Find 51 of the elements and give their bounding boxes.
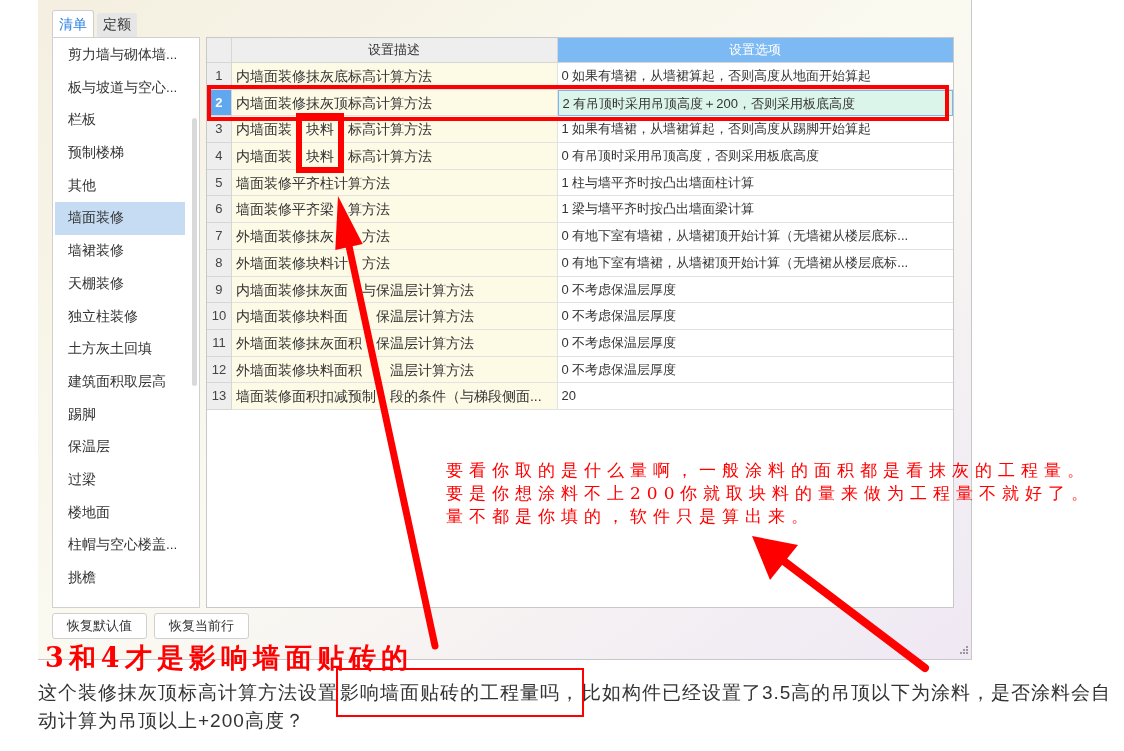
table-cell: 墙面装修平齐柱计算方法 xyxy=(231,169,558,197)
sidebar-item[interactable]: 剪力墙与砌体墙... xyxy=(55,39,185,72)
button[interactable]: 恢复默认值 xyxy=(52,613,147,639)
table-cell[interactable]: 2 有吊顶时采用吊顶高度＋200，否则采用板底高度 xyxy=(557,89,953,117)
sidebar-item[interactable]: 建筑面积取层高 xyxy=(55,365,185,399)
table-cell: 外墙面装修块料面积 温层计算方法 xyxy=(231,356,558,384)
annotation-text: 要是你想涂料不上200你就取块料的量来做为工程量不就好了。 xyxy=(446,482,1095,505)
tab[interactable]: 定额 xyxy=(97,13,137,37)
sidebar-item[interactable]: 柱帽与空心楼盖... xyxy=(55,529,185,562)
sidebar-item[interactable]: 其他 xyxy=(55,169,185,203)
sidebar-item[interactable]: 预制楼梯 xyxy=(55,137,185,170)
row-number: 4 xyxy=(207,143,232,170)
table-cell: 外墙面装修抹灰 方法 xyxy=(231,223,558,250)
row-number: 8 xyxy=(207,249,232,277)
row-number: 5 xyxy=(207,169,232,197)
row-number: 7 xyxy=(207,223,232,250)
tab[interactable]: 清单 xyxy=(52,10,94,37)
table-cell: 墙面装修面积扣减预制 段的条件（与梯段侧面... xyxy=(231,383,558,410)
sidebar-item[interactable]: 楼地面 xyxy=(55,496,185,530)
annotation-text: 量不都是你填的，软件只是算出来。 xyxy=(446,505,815,528)
table-cell: 外墙面装修抹灰面积 保温层计算方法 xyxy=(231,329,558,357)
scrollbar[interactable] xyxy=(192,118,197,386)
button[interactable]: 恢复当前行 xyxy=(154,613,249,639)
header-cell xyxy=(207,38,232,63)
table-cell: 内墙面装 块料 标高计算方法 xyxy=(231,143,558,170)
sidebar-item[interactable]: 保温层 xyxy=(55,431,185,464)
row-number: 12 xyxy=(207,356,232,384)
table-cell: 内墙面装修抹灰顶标高计算方法 xyxy=(231,89,558,117)
sidebar-item[interactable]: 板与坡道与空心... xyxy=(55,71,185,105)
annotation-text: 要看你取的是什么量啊，一般涂料的面积都是看抹灰的工程量。 xyxy=(446,459,1091,482)
table-cell: 内墙面装修块料面 保温层计算方法 xyxy=(231,303,558,330)
sidebar-item[interactable]: 墙裙装修 xyxy=(55,235,185,268)
column-header: 设置选项 xyxy=(557,38,953,63)
sidebar-item[interactable]: 天棚装修 xyxy=(55,267,185,301)
sidebar-item[interactable]: 栏板 xyxy=(55,104,185,138)
row-number: 6 xyxy=(207,196,232,224)
table-cell: 外墙面装修块料计 方法 xyxy=(231,249,558,277)
table-cell: 内墙面装修抹灰面 与保温层计算方法 xyxy=(231,276,558,304)
row-number: 9 xyxy=(207,276,232,304)
table-cell: 墙面装修平齐梁 算方法 xyxy=(231,196,558,224)
row-number: 11 xyxy=(207,329,232,357)
sidebar-item[interactable]: 挑檐 xyxy=(55,562,185,595)
resize-grip-icon[interactable] xyxy=(959,645,969,655)
sidebar-item[interactable]: 踢脚 xyxy=(55,398,185,432)
sidebar-item[interactable]: 墙面装修 xyxy=(55,202,185,236)
sidebar-item[interactable]: 过梁 xyxy=(55,463,185,497)
sidebar-item[interactable]: 土方灰土回填 xyxy=(55,333,185,366)
row-number: 13 xyxy=(207,383,232,410)
row-number: 10 xyxy=(207,303,232,330)
sidebar-item[interactable]: 独立柱装修 xyxy=(55,300,185,334)
column-header: 设置描述 xyxy=(231,38,558,63)
